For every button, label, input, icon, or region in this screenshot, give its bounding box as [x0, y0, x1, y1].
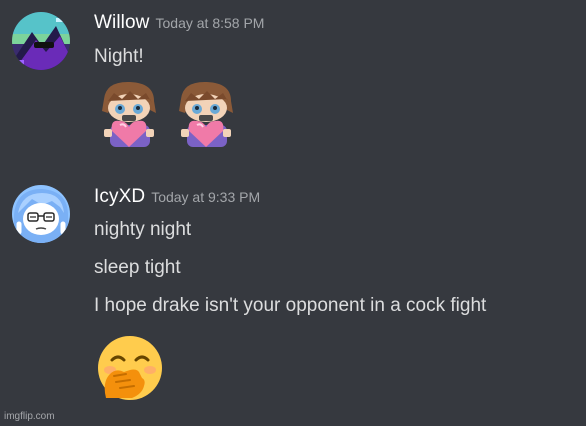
- message-header: Willow Today at 8:58 PM: [94, 12, 264, 34]
- username[interactable]: IcyXD: [94, 186, 145, 207]
- username[interactable]: Willow: [94, 12, 150, 33]
- message-text: I hope drake isn't your opponent in a co…: [94, 295, 487, 316]
- hug-heart-emote[interactable]: [173, 79, 239, 151]
- willow-avatar[interactable]: [12, 12, 70, 70]
- message-text: Night!: [94, 46, 144, 67]
- timestamp: Today at 8:58 PM: [155, 15, 265, 31]
- message-header: IcyXD Today at 9:33 PM: [94, 186, 260, 208]
- timestamp: Today at 9:33 PM: [151, 189, 261, 205]
- watermark: imgflip.com: [4, 411, 55, 422]
- hug-heart-emote[interactable]: [96, 79, 162, 151]
- face-with-hand-over-mouth-emoji[interactable]: [96, 334, 164, 402]
- icyxd-avatar[interactable]: [12, 185, 70, 243]
- message-text: nighty night: [94, 219, 192, 240]
- message-text: sleep tight: [94, 257, 181, 278]
